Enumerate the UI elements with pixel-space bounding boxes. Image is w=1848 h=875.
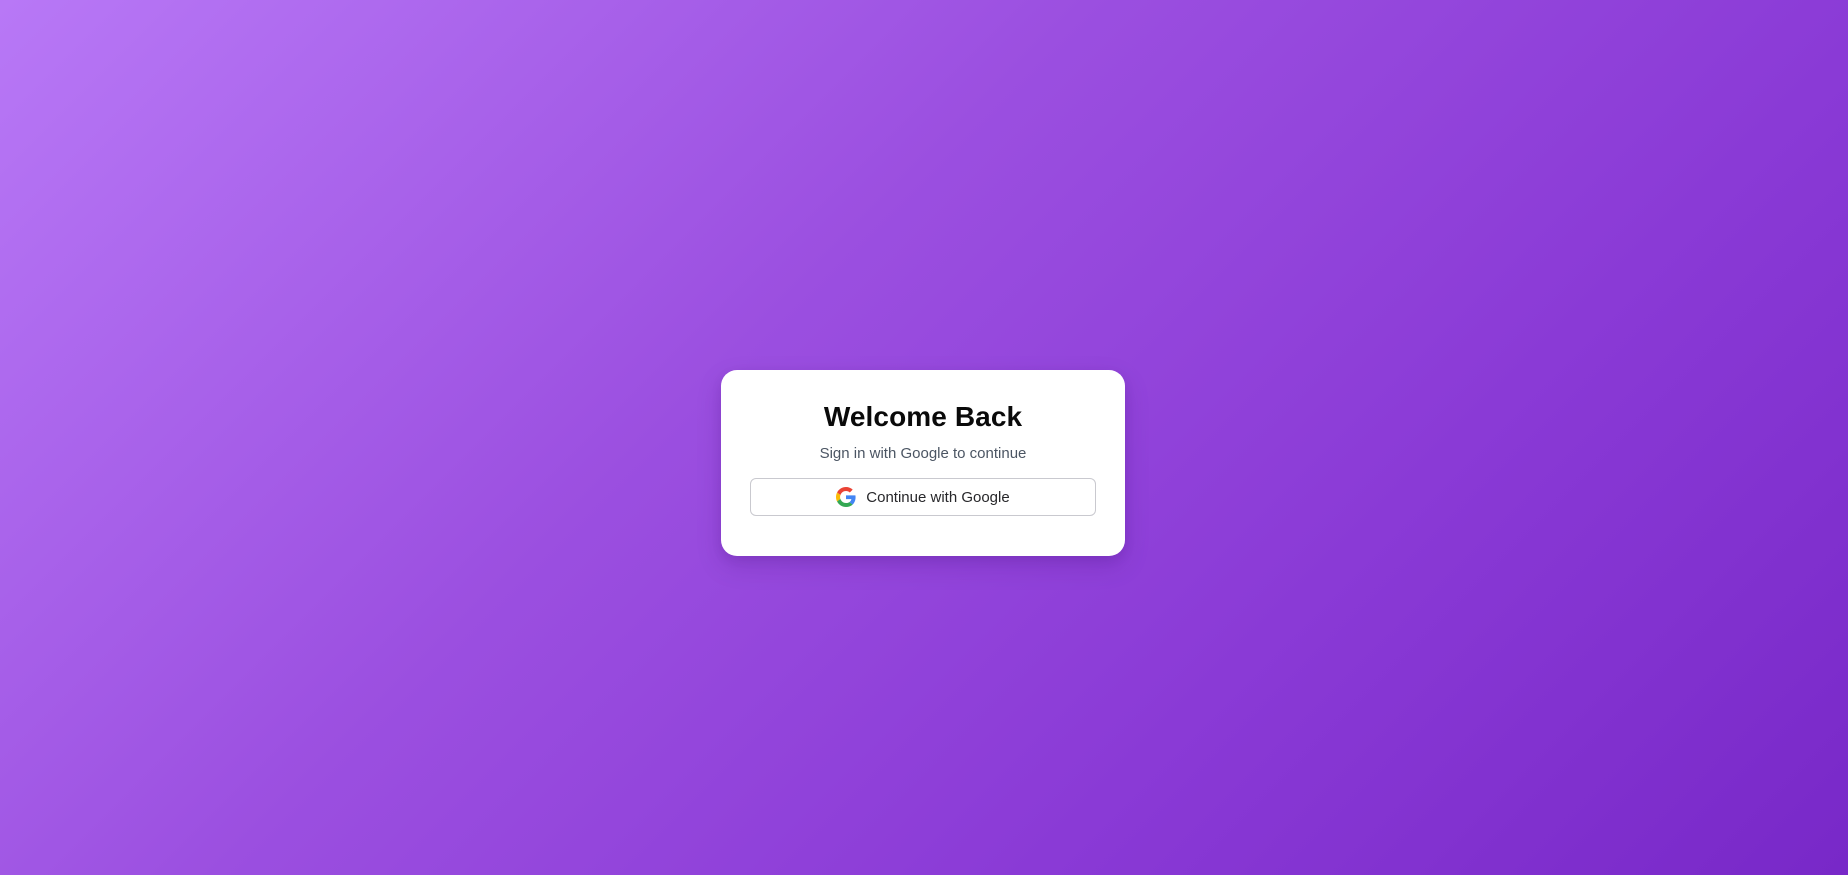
google-g-icon xyxy=(836,487,856,507)
login-card: Welcome Back Sign in with Google to cont… xyxy=(721,370,1125,556)
continue-with-google-button[interactable]: Continue with Google xyxy=(750,478,1096,516)
page-title: Welcome Back xyxy=(823,401,1023,432)
login-page: Welcome Back Sign in with Google to cont… xyxy=(0,0,1848,875)
google-button-label: Continue with Google xyxy=(866,488,1010,506)
page-subtitle: Sign in with Google to continue xyxy=(819,445,1027,462)
